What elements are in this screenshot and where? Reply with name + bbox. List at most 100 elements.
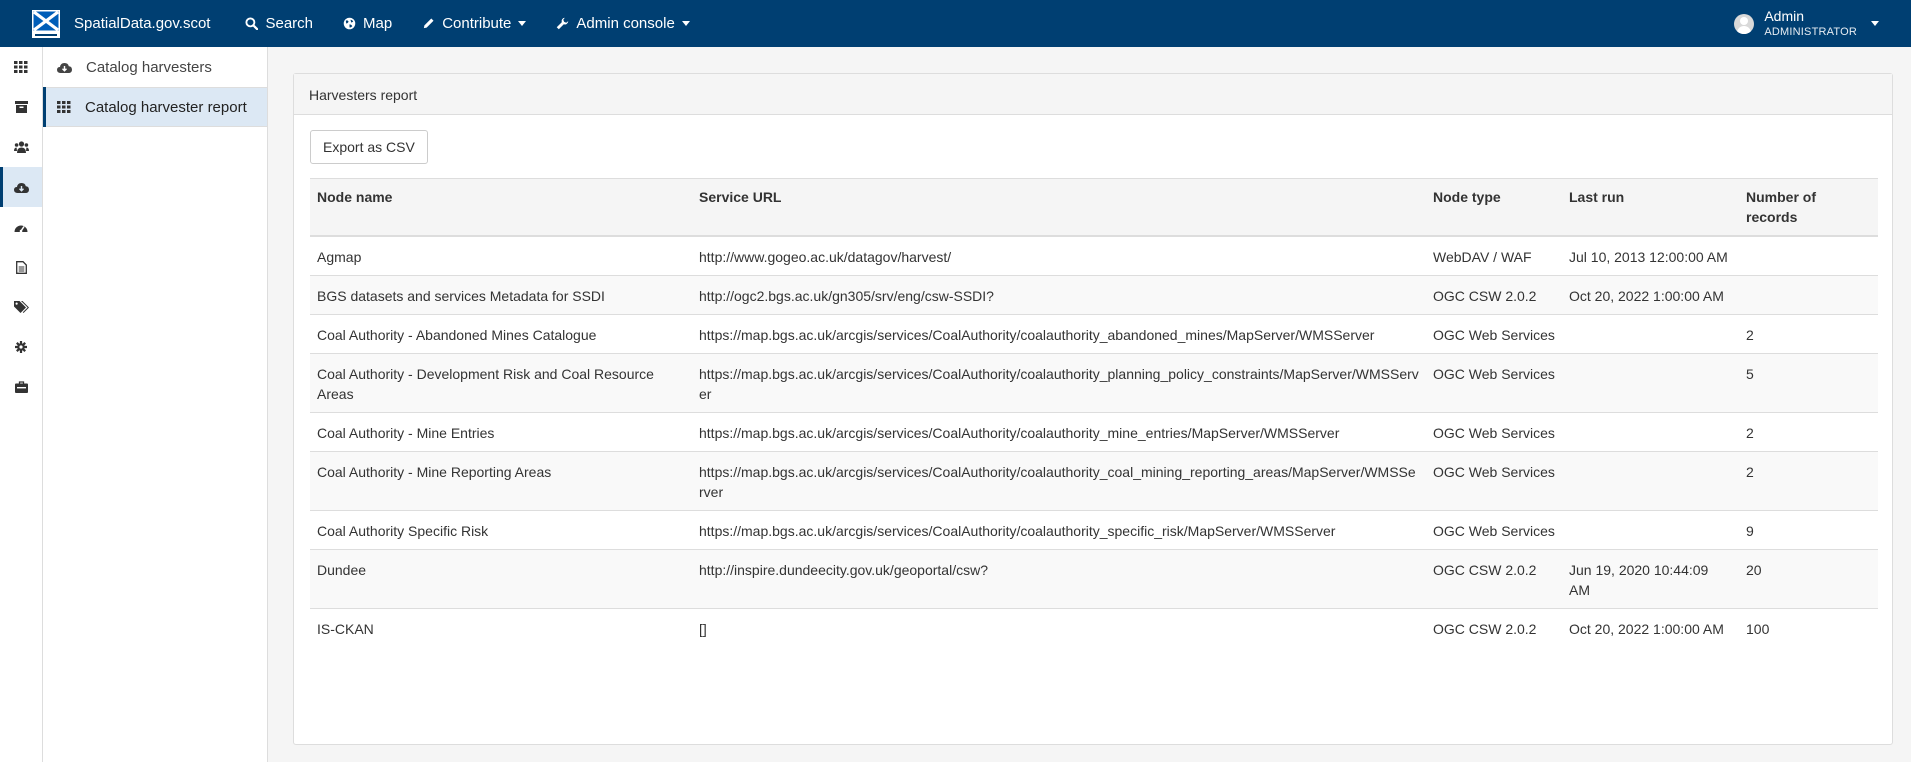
- cell-node-name: Agmap: [317, 249, 362, 265]
- rail-item-reports[interactable]: [0, 247, 42, 287]
- table-row: Coal Authority - Development Risk and Co…: [310, 353, 1878, 413]
- table-row: Coal Authority Specific Risk https://map…: [310, 510, 1878, 550]
- nav-contribute[interactable]: Contribute: [407, 0, 541, 47]
- nav-map-label: Map: [363, 15, 393, 32]
- search-icon: [245, 17, 259, 30]
- cell-number-of-records: 2: [1746, 464, 1754, 480]
- cell-number-of-records: 20: [1746, 562, 1762, 578]
- cell-node-name: Coal Authority - Mine Entries: [317, 425, 495, 441]
- cell-node-type: OGC Web Services: [1433, 523, 1555, 539]
- cell-last-run: [1562, 354, 1739, 413]
- avatar: [1734, 13, 1755, 34]
- grid-icon: [57, 101, 71, 113]
- admin-icon-rail: [0, 47, 43, 762]
- chevron-down-icon: [1871, 21, 1879, 26]
- file-icon: [15, 260, 27, 274]
- nav-admin-console[interactable]: Admin console: [541, 0, 704, 47]
- cell-node-name: Coal Authority Specific Risk: [317, 523, 489, 539]
- cell-node-type: OGC Web Services: [1433, 327, 1555, 343]
- globe-icon: [343, 17, 356, 30]
- cell-node-name: IS-CKAN: [317, 621, 374, 637]
- cell-service-url: []: [699, 621, 707, 637]
- cell-node-name: Coal Authority - Mine Reporting Areas: [317, 464, 552, 480]
- chevron-down-icon: [518, 21, 527, 26]
- subnav-item-label: Catalog harvesters: [86, 58, 212, 76]
- nav-admin-console-label: Admin console: [576, 15, 675, 32]
- cell-number-of-records: [1739, 276, 1878, 315]
- cell-node-type: OGC Web Services: [1433, 425, 1555, 441]
- cell-service-url: http://ogc2.bgs.ac.uk/gn305/srv/eng/csw-…: [699, 288, 994, 304]
- user-role: ADMINISTRATOR: [1764, 25, 1857, 38]
- cell-last-run: Jun 19, 2020 10:44:09 AM: [1569, 562, 1709, 598]
- wrench-icon: [557, 17, 569, 30]
- cell-last-run: Oct 20, 2022 1:00:00 AM: [1569, 621, 1724, 637]
- nav-contribute-label: Contribute: [442, 15, 512, 32]
- table-row: IS-CKAN [] OGC CSW 2.0.2 Oct 20, 2022 1:…: [310, 608, 1878, 648]
- nav-search-label: Search: [265, 15, 313, 32]
- top-navbar: SpatialData.gov.scot Search Map Contribu…: [0, 0, 1911, 47]
- column-header-last-run[interactable]: Last run: [1562, 179, 1739, 237]
- rail-item-statistics[interactable]: [0, 207, 42, 247]
- rail-item-classification[interactable]: [0, 287, 42, 327]
- cell-last-run: [1562, 315, 1739, 354]
- rail-item-metadata[interactable]: [0, 87, 42, 127]
- rail-item-users[interactable]: [0, 127, 42, 167]
- cell-last-run: Jul 10, 2013 12:00:00 AM: [1569, 249, 1728, 265]
- cell-number-of-records: 2: [1746, 327, 1754, 343]
- toolbox-icon: [14, 381, 28, 393]
- nav-search[interactable]: Search: [230, 0, 328, 47]
- cloud-download-icon: [57, 62, 72, 73]
- brand-link[interactable]: SpatialData.gov.scot: [0, 0, 230, 47]
- column-header-node-name[interactable]: Node name: [310, 179, 692, 237]
- export-csv-button[interactable]: Export as CSV: [310, 130, 428, 164]
- cell-service-url: http://www.gogeo.ac.uk/datagov/harvest/: [699, 249, 952, 265]
- cell-service-url: https://map.bgs.ac.uk/arcgis/services/Co…: [699, 327, 1375, 343]
- harvesters-table: Node name Service URL Node type Last run…: [310, 178, 1878, 647]
- table-row: Dundee http://inspire.dundeecity.gov.uk/…: [310, 549, 1878, 609]
- cell-service-url: https://map.bgs.ac.uk/arcgis/services/Co…: [699, 523, 1336, 539]
- column-header-service-url[interactable]: Service URL: [692, 179, 1426, 237]
- cell-node-name: Dundee: [317, 562, 367, 578]
- cell-number-of-records: [1739, 236, 1878, 276]
- users-icon: [13, 141, 29, 153]
- cell-number-of-records: 9: [1746, 523, 1754, 539]
- grid-icon: [14, 61, 28, 73]
- cell-service-url: https://map.bgs.ac.uk/arcgis/services/Co…: [699, 425, 1340, 441]
- cell-last-run: [1562, 413, 1739, 452]
- archive-icon: [14, 101, 28, 113]
- cell-last-run: [1562, 511, 1739, 550]
- subnav-item-catalog-harvesters[interactable]: Catalog harvesters: [43, 47, 267, 87]
- table-header-row: Node name Service URL Node type Last run…: [310, 178, 1878, 237]
- rail-item-dashboard-grid[interactable]: [0, 47, 42, 87]
- column-header-node-type[interactable]: Node type: [1426, 179, 1562, 237]
- chevron-down-icon: [681, 21, 690, 26]
- rail-item-harvesting[interactable]: [0, 167, 42, 207]
- table-row: Coal Authority - Mine Entries https://ma…: [310, 412, 1878, 452]
- cell-node-name: Coal Authority - Development Risk and Co…: [317, 366, 654, 402]
- cell-number-of-records: 2: [1746, 425, 1754, 441]
- cell-node-type: OGC CSW 2.0.2: [1433, 621, 1537, 637]
- cell-service-url: https://map.bgs.ac.uk/arcgis/services/Co…: [699, 464, 1416, 500]
- subnav-item-catalog-harvester-report[interactable]: Catalog harvester report: [43, 87, 267, 127]
- nav-map[interactable]: Map: [328, 0, 407, 47]
- pencil-icon: [424, 18, 434, 29]
- column-header-number-of-records[interactable]: Number of records: [1739, 179, 1878, 237]
- user-menu[interactable]: Admin ADMINISTRATOR: [1734, 0, 1879, 47]
- table-row: BGS datasets and services Metadata for S…: [310, 275, 1878, 315]
- cell-node-type: OGC Web Services: [1433, 366, 1555, 382]
- rail-item-settings[interactable]: [0, 327, 42, 367]
- cell-number-of-records: 100: [1746, 621, 1770, 637]
- brand-name: SpatialData.gov.scot: [74, 15, 211, 32]
- harvesters-report-panel: Harvesters report Export as CSV Node nam…: [293, 73, 1893, 745]
- cell-service-url: https://map.bgs.ac.uk/arcgis/services/Co…: [699, 366, 1419, 402]
- rail-item-tools[interactable]: [0, 367, 42, 407]
- tags-icon: [13, 301, 29, 313]
- table-row: Coal Authority - Abandoned Mines Catalog…: [310, 314, 1878, 354]
- panel-title: Harvesters report: [294, 74, 1892, 115]
- cell-last-run: Oct 20, 2022 1:00:00 AM: [1569, 288, 1724, 304]
- cell-number-of-records: 5: [1746, 366, 1754, 382]
- cell-node-type: WebDAV / WAF: [1433, 249, 1532, 265]
- cell-node-name: Coal Authority - Abandoned Mines Catalog…: [317, 327, 597, 343]
- cell-service-url: http://inspire.dundeecity.gov.uk/geoport…: [699, 562, 988, 578]
- scotland-logo-icon: [32, 9, 60, 38]
